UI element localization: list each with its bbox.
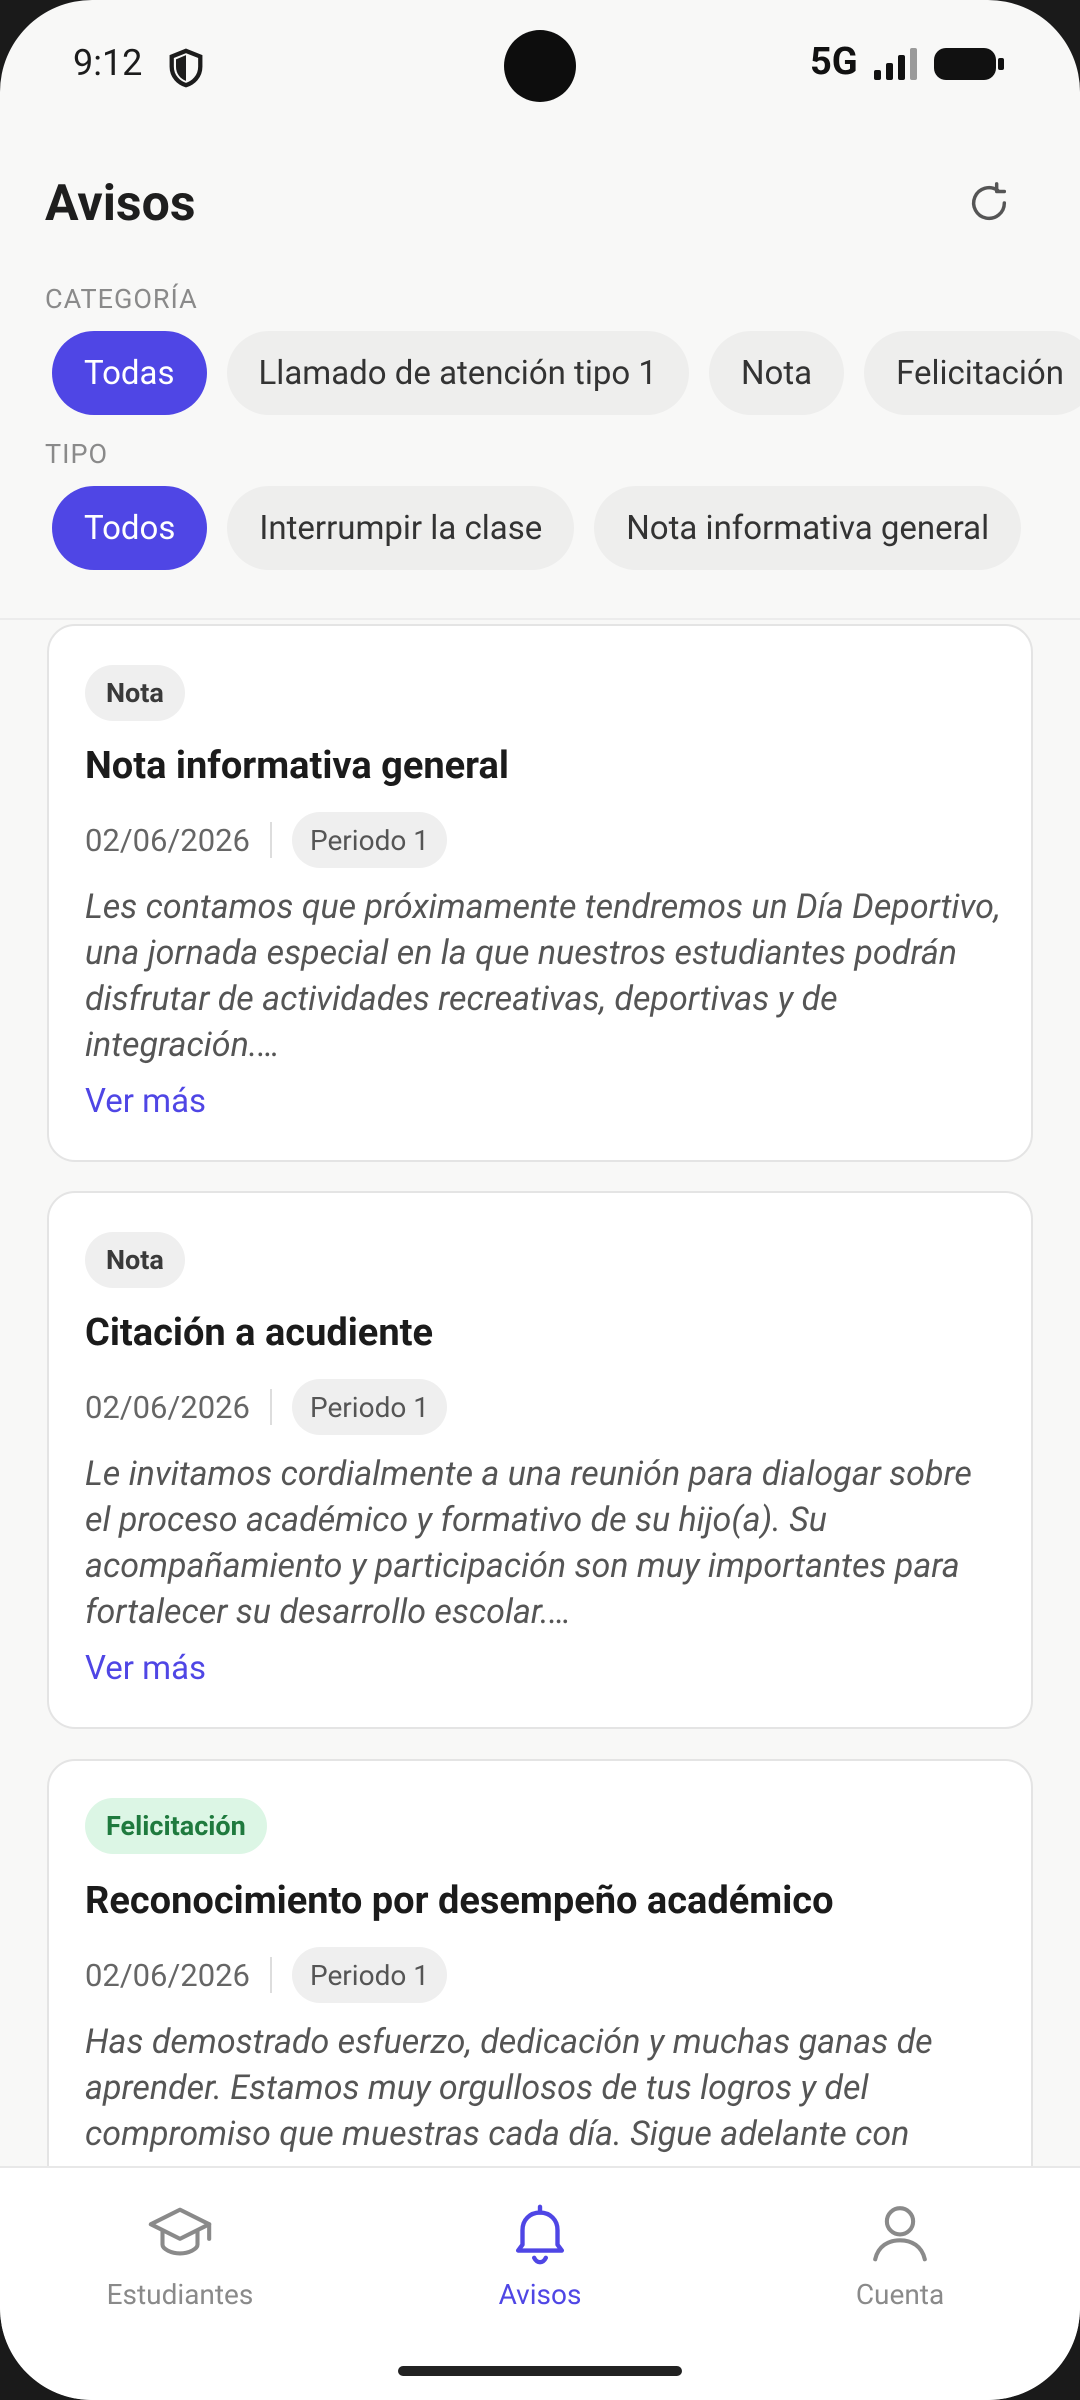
category-badge: Nota <box>85 1232 185 1288</box>
nav-label: Avisos <box>498 2278 582 2311</box>
category-badge: Nota <box>85 665 185 721</box>
camera-cutout <box>504 30 576 102</box>
nav-label: Cuenta <box>855 2278 945 2311</box>
status-time: 9:12 <box>73 42 143 84</box>
meta-divider <box>269 822 272 858</box>
notice-title: Reconocimiento por desempeño académico <box>85 1879 834 1923</box>
nav-label: Estudiantes <box>106 2278 254 2311</box>
nav-item-cuenta[interactable]: Cuenta <box>800 2198 1000 2311</box>
see-more-link[interactable]: Ver más <box>85 1649 206 1688</box>
chip-type-interrumpir[interactable]: Interrumpir la clase <box>227 486 575 570</box>
battery-icon <box>934 48 1004 80</box>
graduation-cap-icon <box>145 2198 215 2268</box>
notice-meta: 02/06/2026 Periodo 1 <box>85 812 448 868</box>
shield-icon <box>169 48 203 88</box>
refresh-button[interactable] <box>964 178 1014 228</box>
nav-item-estudiantes[interactable]: Estudiantes <box>80 2198 280 2311</box>
header-divider <box>0 618 1080 620</box>
user-icon <box>865 2198 935 2268</box>
phone-screen: 9:12 5G Avisos CATEGORÍA Todas Llamado d… <box>0 0 1080 2400</box>
category-chip-row: Todas Llamado de atención tipo 1 Nota Fe… <box>52 331 1080 415</box>
network-type: 5G <box>810 40 858 84</box>
type-filter-label: TIPO <box>45 438 109 470</box>
notice-excerpt: Les contamos que próximamente tendremos … <box>85 887 1001 1065</box>
bottom-navigation: Estudiantes Avisos Cuenta <box>0 2166 1080 2400</box>
home-indicator[interactable] <box>398 2366 682 2376</box>
notice-meta: 02/06/2026 Periodo 1 <box>85 1947 448 2003</box>
chip-category-felicitacion[interactable]: Felicitación <box>864 331 1080 415</box>
meta-divider <box>269 1389 272 1425</box>
bell-icon <box>505 2198 575 2268</box>
period-badge: Periodo 1 <box>291 1947 448 2003</box>
nav-item-avisos[interactable]: Avisos <box>440 2198 640 2311</box>
meta-divider <box>269 1957 272 1993</box>
notice-card[interactable]: Nota Nota informativa general 02/06/2026… <box>47 624 1033 1162</box>
notice-excerpt: Has demostrado esfuerzo, dedicación y mu… <box>85 2022 933 2154</box>
status-bar: 9:12 5G <box>0 0 1080 130</box>
category-badge: Felicitación <box>85 1798 267 1854</box>
notice-date: 02/06/2026 <box>85 1956 250 1994</box>
page-title: Avisos <box>45 175 196 233</box>
chip-category-all[interactable]: Todas <box>52 331 207 415</box>
notice-title: Nota informativa general <box>85 744 509 788</box>
notice-date: 02/06/2026 <box>85 1388 250 1426</box>
notice-date: 02/06/2026 <box>85 821 250 859</box>
chip-type-all[interactable]: Todos <box>52 486 208 570</box>
refresh-icon <box>971 182 1007 221</box>
see-more-link[interactable]: Ver más <box>85 1082 206 1121</box>
notice-meta: 02/06/2026 Periodo 1 <box>85 1379 448 1435</box>
notice-card[interactable]: Nota Citación a acudiente 02/06/2026 Per… <box>47 1191 1033 1729</box>
period-badge: Periodo 1 <box>291 1379 448 1435</box>
period-badge: Periodo 1 <box>291 812 448 868</box>
type-chip-row: Todos Interrumpir la clase Nota informat… <box>52 486 1022 570</box>
notice-excerpt: Le invitamos cordialmente a una reunión … <box>85 1454 972 1632</box>
chip-category-nota[interactable]: Nota <box>708 331 845 415</box>
chip-type-nota-informativa[interactable]: Nota informativa general <box>594 486 1022 570</box>
chip-category-llamado[interactable]: Llamado de atención tipo 1 <box>226 331 689 415</box>
signal-icon <box>874 48 917 80</box>
category-filter-label: CATEGORÍA <box>45 283 198 315</box>
notice-title: Citación a acudiente <box>85 1311 434 1355</box>
